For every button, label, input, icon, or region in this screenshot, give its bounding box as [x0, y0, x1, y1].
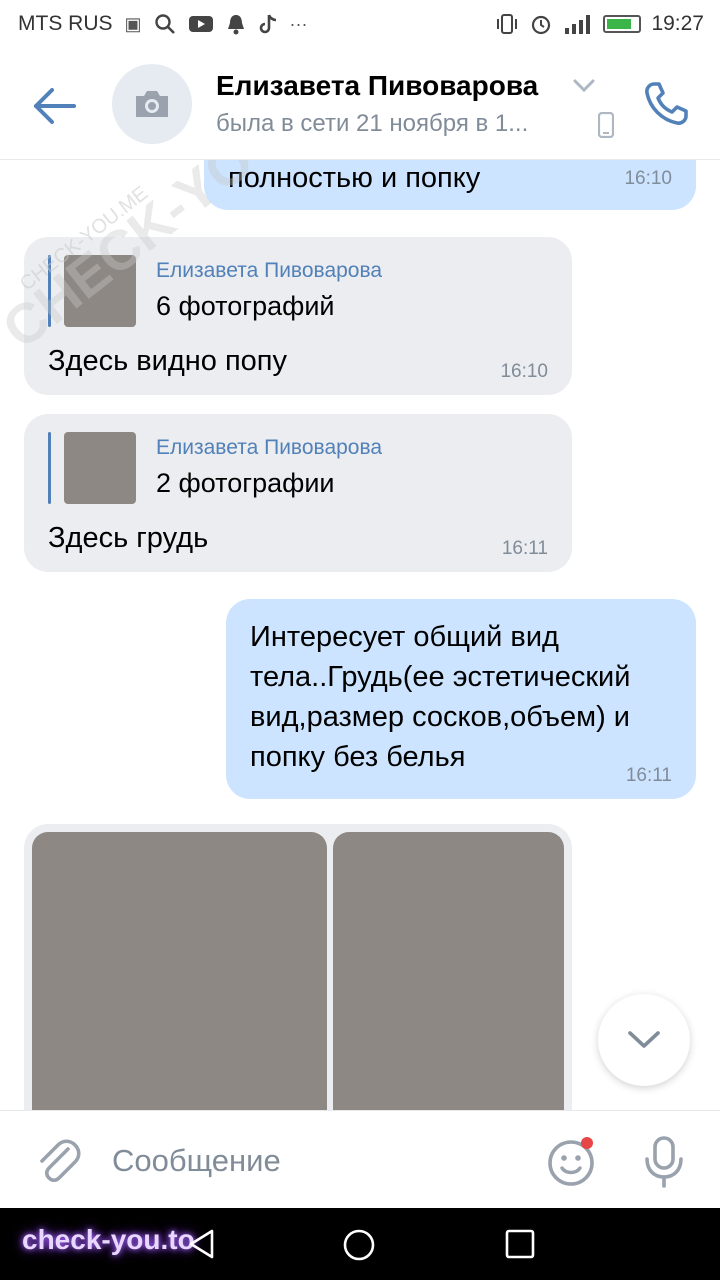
message-composer	[0, 1110, 720, 1208]
paperclip-icon	[40, 1139, 81, 1183]
message-time: 16:10	[624, 168, 672, 189]
microphone-icon	[645, 1136, 683, 1188]
forwarded-message[interactable]: Елизавета Пивоварова 2 фотографии	[48, 432, 468, 504]
youtube-icon	[188, 16, 213, 32]
battery-icon	[603, 15, 642, 33]
sim-icon: ▣	[124, 13, 142, 34]
nav-home-icon[interactable]	[342, 1228, 376, 1262]
scroll-to-bottom-button[interactable]	[598, 994, 690, 1086]
notification-icon	[227, 15, 244, 35]
attach-button[interactable]	[34, 1135, 82, 1192]
forwarded-author[interactable]: Елизавета Пивоварова	[156, 259, 382, 283]
clock: 19:27	[651, 12, 704, 35]
search-icon	[154, 14, 175, 34]
avatar[interactable]	[112, 64, 192, 144]
status-bar: MTS RUS ▣ ··· 19:27	[0, 0, 720, 50]
contact-name[interactable]: Елизавета Пивоварова	[216, 70, 538, 102]
arrow-left-icon	[34, 88, 76, 124]
chat-header: Елизавета Пивоварова была в сети 21 нояб…	[0, 50, 720, 160]
call-button[interactable]	[640, 78, 692, 135]
tiktok-icon	[259, 14, 276, 34]
system-navigation-bar: check-you.to	[0, 1208, 720, 1280]
forwarded-photo-count: 6 фотографий	[156, 291, 335, 321]
message-bubble-outgoing[interactable]: полностью и попку 16:10	[204, 160, 696, 210]
message-input[interactable]	[112, 1133, 512, 1189]
forwarded-photo-count: 2 фотографии	[156, 468, 335, 498]
last-seen-status: была в сети 21 ноября в 1...	[216, 110, 529, 137]
message-text: Здесь грудь	[48, 522, 209, 554]
phone-icon	[645, 82, 688, 125]
message-line: попку без белья	[250, 741, 466, 773]
photo-attachment[interactable]	[333, 832, 564, 1110]
carrier-name: MTS RUS	[18, 12, 113, 35]
alarm-icon	[532, 15, 551, 35]
message-text: полностью и попку	[228, 162, 481, 194]
nav-back-icon[interactable]	[186, 1228, 218, 1260]
watermark-bottom: check-you.to	[22, 1224, 195, 1255]
forwarded-photo-thumbnail[interactable]	[64, 255, 136, 327]
photo-message[interactable]	[24, 824, 572, 1110]
forwarded-message[interactable]: Елизавета Пивоварова 6 фотографий	[48, 255, 468, 327]
back-button[interactable]	[30, 86, 78, 126]
message-text: Интересует общий вид тела..Грудь(ее эсте…	[250, 617, 630, 777]
message-time: 16:11	[625, 765, 672, 786]
message-time: 16:10	[500, 361, 548, 382]
message-list[interactable]: полностью и попку 16:10 Елизавета Пивова…	[0, 160, 720, 1110]
message-time: 16:11	[501, 538, 548, 559]
message-bubble-outgoing[interactable]: Интересует общий вид тела..Грудь(ее эсте…	[226, 599, 696, 799]
message-bubble-incoming[interactable]: Елизавета Пивоварова 2 фотографии Здесь …	[24, 414, 572, 572]
mobile-device-icon	[598, 112, 614, 138]
forward-indicator-bar	[48, 432, 51, 504]
message-bubble-incoming[interactable]: Елизавета Пивоварова 6 фотографий Здесь …	[24, 237, 572, 395]
more-icon: ···	[289, 13, 308, 34]
voice-message-button[interactable]	[642, 1135, 686, 1194]
signal-icon	[565, 15, 591, 34]
forwarded-photo-thumbnail[interactable]	[64, 432, 136, 504]
vibrate-icon	[497, 14, 518, 34]
forward-indicator-bar	[48, 255, 51, 327]
message-line: Интересует общий вид	[250, 621, 559, 653]
message-text: Здесь видно попу	[48, 345, 287, 377]
forwarded-author[interactable]: Елизавета Пивоварова	[156, 436, 382, 460]
emoji-button[interactable]	[546, 1135, 600, 1194]
chevron-down-icon	[628, 1031, 660, 1048]
message-line: вид,размер сосков,объем) и	[250, 701, 631, 733]
smile-icon	[548, 1137, 594, 1186]
camera-icon	[136, 91, 168, 117]
photo-attachment[interactable]	[32, 832, 327, 1110]
nav-recents-icon[interactable]	[504, 1228, 536, 1260]
message-line: тела..Грудь(ее эстетический	[250, 661, 631, 693]
chevron-down-icon[interactable]	[572, 78, 596, 94]
